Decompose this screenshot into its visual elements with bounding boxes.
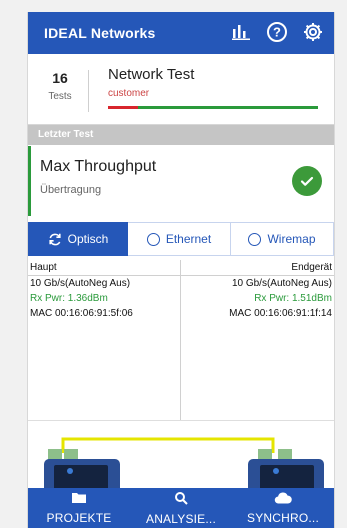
results-panel: Haupt 10 Gb/s(AutoNeg Aus) Rx Pwr: 1.36d…: [28, 260, 334, 420]
test-count-value: 16: [52, 70, 68, 86]
project-name: Network Test: [108, 66, 195, 83]
svg-text:?: ?: [273, 25, 281, 40]
top-bar: IDEAL Networks ?: [28, 12, 334, 54]
main-unit-mac: MAC 00:16:06:91:5f:06: [30, 308, 133, 319]
remote-unit-device: [248, 449, 324, 493]
main-unit-header: Haupt: [28, 260, 180, 276]
app-title: IDEAL Networks: [44, 25, 156, 41]
main-unit-speed: 10 Gb/s(AutoNeg Aus): [30, 278, 131, 289]
radio-icon: [248, 232, 262, 246]
search-icon: [174, 491, 188, 508]
tab-ethernet[interactable]: Ethernet: [128, 222, 231, 256]
project-card[interactable]: 16 Tests Network Test customer: [28, 56, 334, 125]
remote-unit-rx-power: Rx Pwr: 1.51dBm: [254, 293, 332, 304]
header-actions: ?: [230, 21, 324, 43]
test-count-label: Tests: [48, 91, 72, 102]
tab-wiremap[interactable]: Wiremap: [231, 222, 334, 256]
device-illustration: [28, 420, 334, 493]
radio-icon: [146, 232, 160, 246]
refresh-icon: [48, 232, 62, 246]
tab-optisch[interactable]: Optisch: [28, 222, 128, 256]
tab-wiremap-label: Wiremap: [267, 232, 316, 246]
remote-unit-column: Endgerät 10 Gb/s(AutoNeg Aus) Rx Pwr: 1.…: [181, 260, 334, 420]
app-screen: IDEAL Networks ? 16 Tests Network Test c…: [27, 12, 335, 528]
tab-ethernet-label: Ethernet: [165, 232, 212, 246]
divider: [88, 70, 89, 112]
last-test-subtitle: Übertragung: [40, 184, 102, 196]
tab-optisch-label: Optisch: [67, 232, 109, 246]
project-progress-bar: [108, 106, 318, 109]
section-label: Letzter Test: [28, 125, 334, 145]
remote-unit-header: Endgerät: [181, 260, 334, 276]
check-icon: [292, 166, 322, 196]
last-test-card[interactable]: Max Throughput Übertragung: [28, 146, 334, 216]
help-icon[interactable]: ?: [266, 21, 288, 43]
main-unit-column: Haupt 10 Gb/s(AutoNeg Aus) Rx Pwr: 1.36d…: [28, 260, 181, 420]
link-diagram: [44, 437, 324, 493]
project-customer: customer: [108, 88, 150, 99]
main-unit-device: [44, 449, 120, 493]
main-unit-rx-power: Rx Pwr: 1.36dBm: [30, 293, 108, 304]
chart-icon[interactable]: [230, 21, 252, 43]
failed-segment: [108, 106, 138, 109]
nav-projects[interactable]: PROJEKTE: [28, 488, 130, 528]
nav-analysis-label: ANALYSIE...: [145, 511, 216, 526]
nav-sync[interactable]: SYNCHRO...: [232, 488, 334, 528]
nav-analysis[interactable]: ANALYSIE...: [130, 488, 232, 528]
result-tabs: Optisch Ethernet Wiremap: [28, 222, 334, 256]
bottom-nav: PROJEKTE ANALYSIE... SYNCHRO...: [28, 488, 334, 528]
nav-projects-label: PROJEKTE: [46, 511, 112, 525]
nav-sync-label: SYNCHRO...: [246, 510, 319, 525]
test-count: 16 Tests: [38, 70, 82, 102]
folder-icon: [71, 491, 87, 507]
remote-unit-speed: 10 Gb/s(AutoNeg Aus): [231, 278, 332, 289]
cloud-icon: [274, 492, 292, 507]
remote-unit-mac: MAC 00:16:06:91:1f:14: [229, 308, 332, 319]
last-test-name: Max Throughput: [40, 158, 157, 175]
gear-icon[interactable]: [302, 21, 324, 43]
